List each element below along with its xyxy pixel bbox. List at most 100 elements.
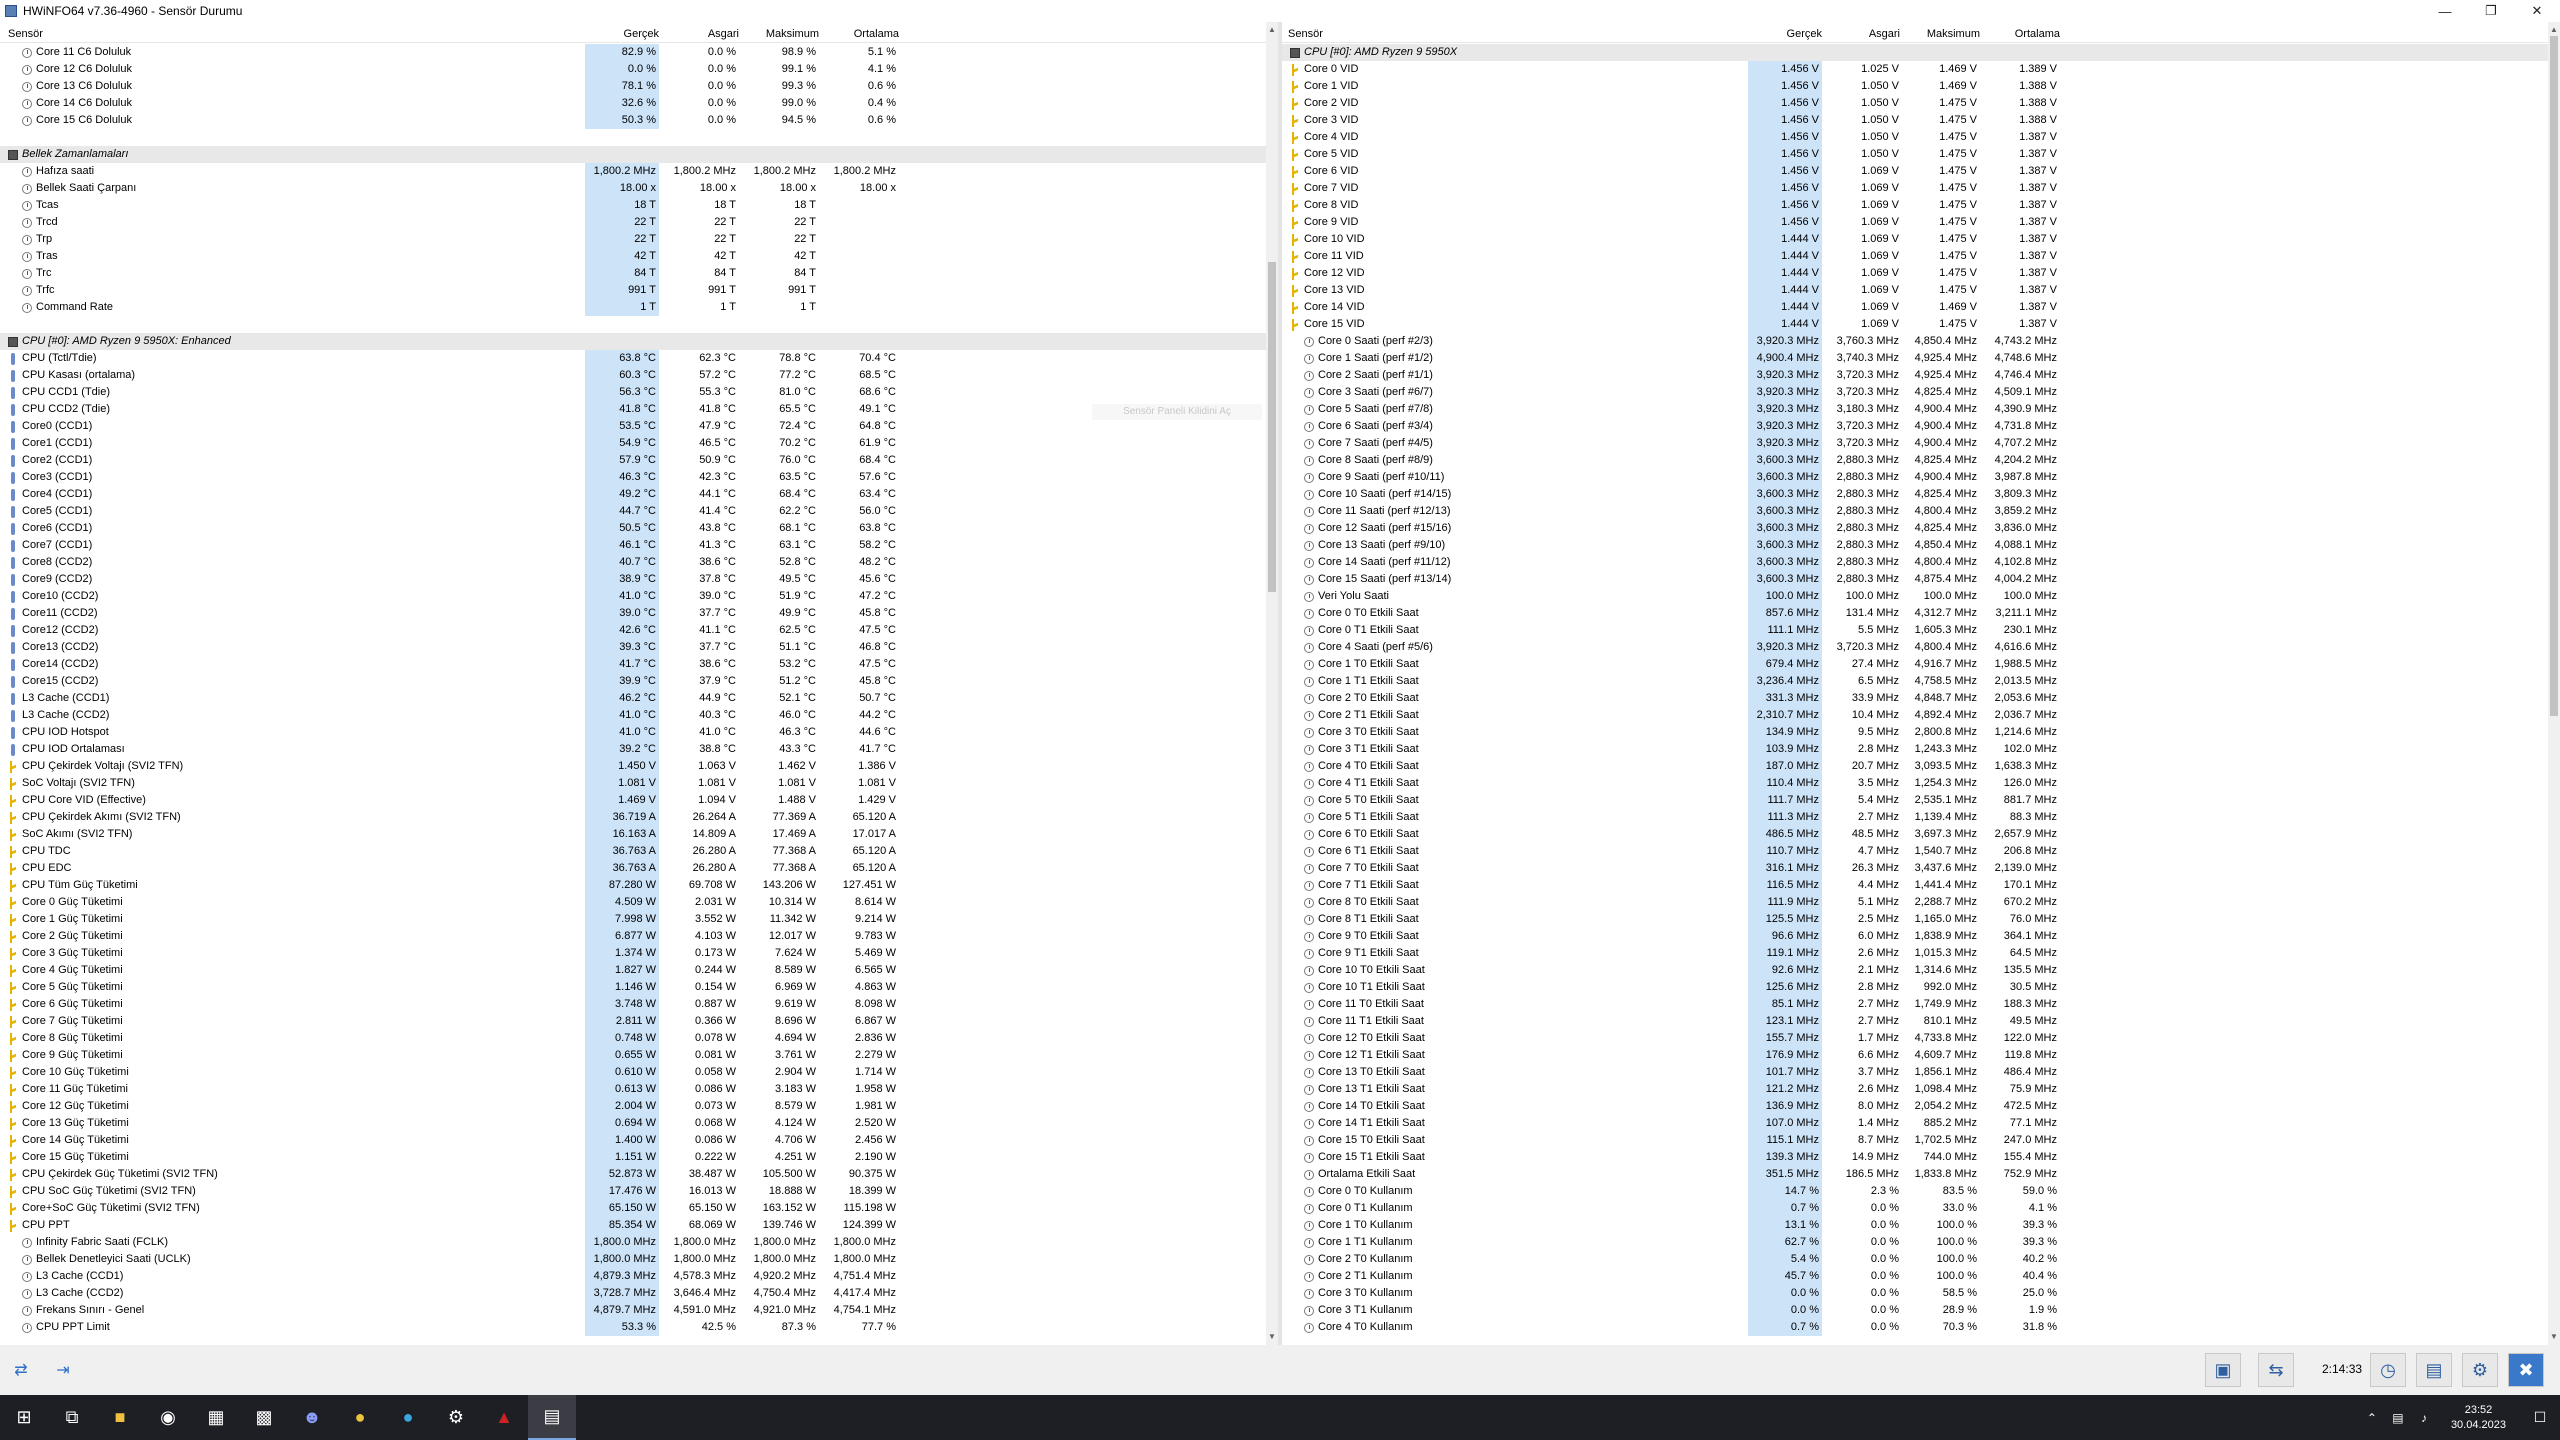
sensor-row[interactable]: Core 14 T1 Etkili Saat 107.0 MHz 1.4 MHz 88… [1282, 1115, 2560, 1132]
sensor-row[interactable]: Core 7 Saati (perf #4/5) 3,920.3 MHz 3,720… [1282, 435, 2560, 452]
sensor-row[interactable]: Core 15 T1 Etkili Saat 139.3 MHz 14.9 MHz 7… [1282, 1149, 2560, 1166]
sensor-row[interactable]: Core 5 Güç Tüketimi 1.146 W 0.154 W 6.969 W… [0, 979, 1278, 996]
game-app-icon[interactable]: ▲ [480, 1395, 528, 1440]
sensor-row[interactable]: Core 2 T1 Etkili Saat 2,310.7 MHz 10.4 MHz… [1282, 707, 2560, 724]
sensor-row[interactable]: Core0 (CCD1) 53.5 °C 47.9 °C 72.4 °C 64.8 °C [0, 418, 1278, 435]
network-icon[interactable]: ▣ [2205, 1353, 2241, 1387]
sensor-row[interactable]: Core 5 VID 1.456 V 1.050 V 1.475 V 1.387 V [1282, 146, 2560, 163]
chrome-icon[interactable]: ● [336, 1395, 384, 1440]
sensor-row[interactable]: Core 13 C6 Doluluk 78.1 % 0.0 % 99.3 % 0.6 % [0, 78, 1278, 95]
sensor-row[interactable]: Core 2 T0 Etkili Saat 331.3 MHz 33.9 MHz 4,… [1282, 690, 2560, 707]
clock-icon[interactable]: ◷ [2370, 1353, 2406, 1387]
sensor-row[interactable]: Core 9 Saati (perf #10/11) 3,600.3 MHz 2,8… [1282, 469, 2560, 486]
sensor-row[interactable]: Core 13 T0 Etkili Saat 101.7 MHz 3.7 MHz 1,… [1282, 1064, 2560, 1081]
sensor-row[interactable]: Frekans Sınırı - Genel 4,879.7 MHz 4,591.0… [0, 1302, 1278, 1319]
sensor-row[interactable]: Core 0 Güç Tüketimi 4.509 W 2.031 W 10.314 … [0, 894, 1278, 911]
sensor-row[interactable]: Core 0 T0 Etkili Saat 857.6 MHz 131.4 MHz 4… [1282, 605, 2560, 622]
sensor-row[interactable]: Core 10 Güç Tüketimi 0.610 W 0.058 W 2.904 … [0, 1064, 1278, 1081]
sensor-row[interactable]: L3 Cache (CCD2) 3,728.7 MHz 3,646.4 MHz 4,7… [0, 1285, 1278, 1302]
sensor-row[interactable]: Core8 (CCD2) 40.7 °C 38.6 °C 52.8 °C 48.2 °C [0, 554, 1278, 571]
sensor-row[interactable]: Core 2 VID 1.456 V 1.050 V 1.475 V 1.388 V [1282, 95, 2560, 112]
sensor-row[interactable]: Core 3 T1 Kullanım 0.0 % 0.0 % 28.9 % 1.9 % [1282, 1302, 2560, 1319]
nav-next-icon[interactable]: ⇥ [46, 1358, 80, 1382]
sensor-row[interactable]: Core 6 T0 Etkili Saat 486.5 MHz 48.5 MHz 3,… [1282, 826, 2560, 843]
sensor-row[interactable]: Core 15 C6 Doluluk 50.3 % 0.0 % 94.5 % 0.6 % [0, 112, 1278, 129]
scroll-up-icon[interactable]: ▲ [2548, 24, 2560, 36]
sensor-row[interactable]: Core 4 T0 Kullanım 0.7 % 0.0 % 70.3 % 31.8 % [1282, 1319, 2560, 1336]
sensor-row[interactable]: Core 5 T1 Etkili Saat 111.3 MHz 2.7 MHz 1,1… [1282, 809, 2560, 826]
sensor-row[interactable]: Core 4 T1 Etkili Saat 110.4 MHz 3.5 MHz 1,2… [1282, 775, 2560, 792]
steam-icon[interactable]: ⚙ [432, 1395, 480, 1440]
sensor-row[interactable]: Core 3 T0 Kullanım 0.0 % 0.0 % 58.5 % 25.0 % [1282, 1285, 2560, 1302]
sensor-row[interactable]: Core 1 Saati (perf #1/2) 4,900.4 MHz 3,740… [1282, 350, 2560, 367]
sensor-row[interactable]: Core+SoC Güç Tüketimi (SVI2 TFN) 65.150 W… [0, 1200, 1278, 1217]
sensor-row[interactable]: Core 5 Saati (perf #7/8) 3,920.3 MHz 3,180… [1282, 401, 2560, 418]
sensor-row[interactable]: Core 15 T0 Etkili Saat 115.1 MHz 8.7 MHz 1,… [1282, 1132, 2560, 1149]
discord-icon[interactable]: ☻ [288, 1395, 336, 1440]
sensor-row[interactable]: Core 10 VID 1.444 V 1.069 V 1.475 V 1.387 V [1282, 231, 2560, 248]
maximize-button[interactable]: ❐ [2468, 0, 2514, 22]
sensor-row[interactable]: Core4 (CCD1) 49.2 °C 44.1 °C 68.4 °C 63.4 °C [0, 486, 1278, 503]
sensor-row[interactable]: Core 4 Saati (perf #5/6) 3,920.3 MHz 3,720… [1282, 639, 2560, 656]
sensor-row[interactable]: Bellek Denetleyici Saati (UCLK) 1,800.0 M… [0, 1251, 1278, 1268]
sensor-row[interactable]: Tcas 18 T 18 T 18 T [0, 197, 1278, 214]
col-current[interactable]: Gerçek [1748, 28, 1822, 40]
left-sensor-pane[interactable]: Sensör Gerçek Asgari Maksimum Ortalama C… [0, 22, 1278, 1345]
sensor-row[interactable]: Core15 (CCD2) 39.9 °C 37.9 °C 51.2 °C 45.8 °… [0, 673, 1278, 690]
sensor-row[interactable]: Core 6 Güç Tüketimi 3.748 W 0.887 W 9.619 W… [0, 996, 1278, 1013]
sensor-row[interactable]: Core 1 Güç Tüketimi 7.998 W 3.552 W 11.342 … [0, 911, 1278, 928]
sensor-row[interactable]: Hafıza saati 1,800.2 MHz 1,800.2 MHz 1,800.… [0, 163, 1278, 180]
sensor-row[interactable]: Core 5 T0 Etkili Saat 111.7 MHz 5.4 MHz 2,5… [1282, 792, 2560, 809]
start-icon[interactable]: ⊞ [0, 1395, 48, 1440]
scroll-up-icon[interactable]: ▲ [1266, 24, 1278, 36]
sensor-row[interactable]: Core 12 VID 1.444 V 1.069 V 1.475 V 1.387 V [1282, 265, 2560, 282]
sensor-row[interactable]: Core 1 T0 Kullanım 13.1 % 0.0 % 100.0 % 39.3… [1282, 1217, 2560, 1234]
sensor-row[interactable]: Tras 42 T 42 T 42 T [0, 248, 1278, 265]
col-max[interactable]: Maksimum [743, 28, 819, 40]
sensor-row[interactable]: Core 3 VID 1.456 V 1.050 V 1.475 V 1.388 V [1282, 112, 2560, 129]
sensor-row[interactable]: CPU IOD Ortalaması 39.2 °C 38.8 °C 43.3 °C 4… [0, 741, 1278, 758]
sensor-row[interactable]: Core 9 T1 Etkili Saat 119.1 MHz 2.6 MHz 1,0… [1282, 945, 2560, 962]
sensor-row[interactable]: CPU Çekirdek Voltajı (SVI2 TFN) 1.450 V 1.… [0, 758, 1278, 775]
sensor-row[interactable]: Core 8 VID 1.456 V 1.069 V 1.475 V 1.387 V [1282, 197, 2560, 214]
sensor-row[interactable]: Core 6 T1 Etkili Saat 110.7 MHz 4.7 MHz 1,5… [1282, 843, 2560, 860]
store-icon[interactable]: ▩ [240, 1395, 288, 1440]
sensor-row[interactable]: Core 0 T1 Kullanım 0.7 % 0.0 % 33.0 % 4.1 % [1282, 1200, 2560, 1217]
sensor-row[interactable]: Veri Yolu Saati 100.0 MHz 100.0 MHz 100.0 M… [1282, 588, 2560, 605]
col-max[interactable]: Maksimum [1904, 28, 1980, 40]
sensor-row[interactable]: Core 2 T1 Kullanım 45.7 % 0.0 % 100.0 % 40.4… [1282, 1268, 2560, 1285]
sensor-row[interactable]: Command Rate 1 T 1 T 1 T [0, 299, 1278, 316]
sensor-row[interactable]: Core 7 T1 Etkili Saat 116.5 MHz 4.4 MHz 1,4… [1282, 877, 2560, 894]
col-min[interactable]: Asgari [1826, 28, 1900, 40]
sensor-row[interactable]: CPU CCD2 (Tdie) 41.8 °C 41.8 °C 65.5 °C 49.1… [0, 401, 1278, 418]
edge-icon[interactable]: ● [384, 1395, 432, 1440]
sensor-row[interactable]: Core 13 Güç Tüketimi 0.694 W 0.068 W 4.124 … [0, 1115, 1278, 1132]
scroll-thumb[interactable] [2550, 36, 2558, 716]
sensor-row[interactable]: Core 12 C6 Doluluk 0.0 % 0.0 % 99.1 % 4.1 % [0, 61, 1278, 78]
sensor-row[interactable]: Core 8 Saati (perf #8/9) 3,600.3 MHz 2,880… [1282, 452, 2560, 469]
sensor-row[interactable]: Core 1 T1 Etkili Saat 3,236.4 MHz 6.5 MHz 4… [1282, 673, 2560, 690]
scroll-down-icon[interactable]: ▼ [2548, 1331, 2560, 1343]
scroll-down-icon[interactable]: ▼ [1266, 1331, 1278, 1343]
sensor-row[interactable]: Core 4 VID 1.456 V 1.050 V 1.475 V 1.387 V [1282, 129, 2560, 146]
sensor-row[interactable]: Core 14 VID 1.444 V 1.069 V 1.469 V 1.387 V [1282, 299, 2560, 316]
settings-icon[interactable]: ⚙ [2462, 1353, 2498, 1387]
sensor-row[interactable]: Core 13 T1 Etkili Saat 121.2 MHz 2.6 MHz 1,… [1282, 1081, 2560, 1098]
sensor-row[interactable]: Core5 (CCD1) 44.7 °C 41.4 °C 62.2 °C 56.0 °C [0, 503, 1278, 520]
sensor-row[interactable]: Core 9 Güç Tüketimi 0.655 W 0.081 W 3.761 W… [0, 1047, 1278, 1064]
sensor-row[interactable]: Core12 (CCD2) 42.6 °C 41.1 °C 62.5 °C 47.5 °… [0, 622, 1278, 639]
sensor-row[interactable]: Core3 (CCD1) 46.3 °C 42.3 °C 63.5 °C 57.6 °C [0, 469, 1278, 486]
sensor-row[interactable]: Core 15 Saati (perf #13/14) 3,600.3 MHz 2,… [1282, 571, 2560, 588]
sensor-row[interactable]: Core 9 T0 Etkili Saat 96.6 MHz 6.0 MHz 1,83… [1282, 928, 2560, 945]
sensor-row[interactable]: Core 8 Güç Tüketimi 0.748 W 0.078 W 4.694 W… [0, 1030, 1278, 1047]
volume-icon[interactable]: ♪ [2411, 1395, 2437, 1440]
sensor-row[interactable]: SoC Voltajı (SVI2 TFN) 1.081 V 1.081 V 1.08… [0, 775, 1278, 792]
sensor-row[interactable]: Core2 (CCD1) 57.9 °C 50.9 °C 76.0 °C 68.4 °C [0, 452, 1278, 469]
sensor-row[interactable]: Bellek Saati Çarpanı 18.00 x 18.00 x 18.00 … [0, 180, 1278, 197]
sensor-row[interactable]: Core 14 C6 Doluluk 32.6 % 0.0 % 99.0 % 0.4 % [0, 95, 1278, 112]
sensor-row[interactable]: Core 1 T0 Etkili Saat 679.4 MHz 27.4 MHz 4,… [1282, 656, 2560, 673]
sensor-row[interactable]: Core 11 VID 1.444 V 1.069 V 1.475 V 1.387 V [1282, 248, 2560, 265]
sensor-row[interactable]: Core 4 Güç Tüketimi 1.827 W 0.244 W 8.589 W… [0, 962, 1278, 979]
sensor-row[interactable]: Core 10 Saati (perf #14/15) 3,600.3 MHz 2,… [1282, 486, 2560, 503]
sensor-row[interactable]: Core13 (CCD2) 39.3 °C 37.7 °C 51.1 °C 46.8 °… [0, 639, 1278, 656]
